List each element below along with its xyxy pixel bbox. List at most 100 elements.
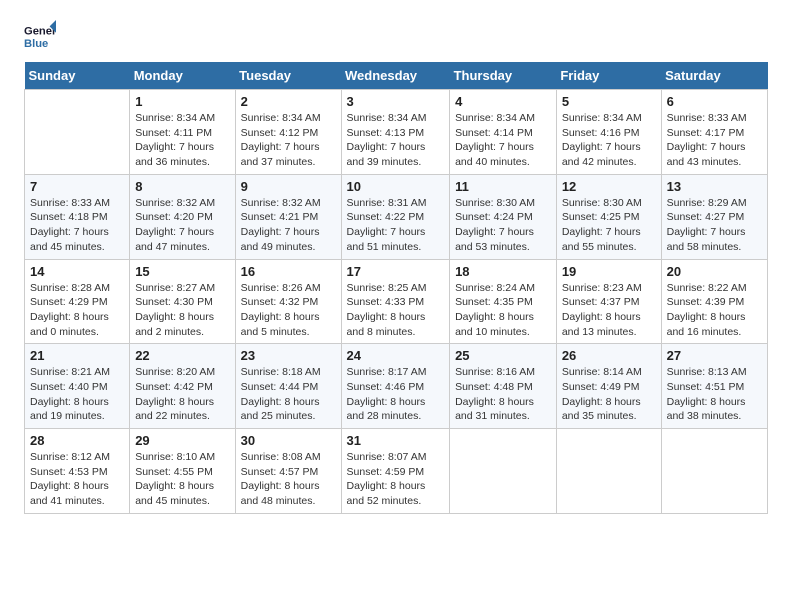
day-info: Sunrise: 8:17 AMSunset: 4:46 PMDaylight:…	[347, 365, 445, 424]
cell-w1-d2: 1 Sunrise: 8:34 AMSunset: 4:11 PMDaylight…	[130, 90, 235, 175]
day-number: 7	[30, 179, 124, 194]
cell-w3-d4: 17 Sunrise: 8:25 AMSunset: 4:33 PMDayligh…	[341, 259, 450, 344]
cell-w4-d7: 27Sunrise: 8:13 AMSunset: 4:51 PMDayligh…	[661, 344, 767, 429]
calendar-table: SundayMondayTuesdayWednesdayThursdayFrid…	[24, 62, 768, 514]
day-number: 26	[562, 348, 656, 363]
day-info: Sunrise: 8:33 AMSunset: 4:18 PMDaylight:…	[30, 196, 124, 255]
day-number: 4	[455, 94, 551, 109]
day-info: Sunrise: 8:12 AMSunset: 4:53 PMDaylight:…	[30, 450, 124, 509]
cell-w4-d3: 23 Sunrise: 8:18 AMSunset: 4:44 PMDayligh…	[235, 344, 341, 429]
svg-text:Blue: Blue	[24, 38, 48, 50]
header-row: SundayMondayTuesdayWednesdayThursdayFrid…	[25, 62, 768, 90]
cell-w3-d1: 14 Sunrise: 8:28 AMSunset: 4:29 PMDayligh…	[25, 259, 130, 344]
week-row-3: 14 Sunrise: 8:28 AMSunset: 4:29 PMDayligh…	[25, 259, 768, 344]
cell-w5-d7	[661, 429, 767, 514]
day-number: 15	[135, 264, 229, 279]
cell-w3-d7: 20 Sunrise: 8:22 AMSunset: 4:39 PMDayligh…	[661, 259, 767, 344]
cell-w2-d2: 8 Sunrise: 8:32 AMSunset: 4:20 PMDaylight…	[130, 174, 235, 259]
header-friday: Friday	[556, 62, 661, 90]
day-number: 29	[135, 433, 229, 448]
day-info: Sunrise: 8:33 AMSunset: 4:17 PMDaylight:…	[667, 111, 762, 170]
day-info: Sunrise: 8:26 AMSunset: 4:32 PMDaylight:…	[241, 281, 336, 340]
day-number: 23	[241, 348, 336, 363]
cell-w5-d2: 29 Sunrise: 8:10 AMSunset: 4:55 PMDayligh…	[130, 429, 235, 514]
day-number: 2	[241, 94, 336, 109]
day-number: 8	[135, 179, 229, 194]
day-info: Sunrise: 8:10 AMSunset: 4:55 PMDaylight:…	[135, 450, 229, 509]
day-number: 17	[347, 264, 445, 279]
day-info: Sunrise: 8:32 AMSunset: 4:21 PMDaylight:…	[241, 196, 336, 255]
cell-w4-d5: 25Sunrise: 8:16 AMSunset: 4:48 PMDayligh…	[450, 344, 557, 429]
day-number: 19	[562, 264, 656, 279]
week-row-1: 1 Sunrise: 8:34 AMSunset: 4:11 PMDaylight…	[25, 90, 768, 175]
cell-w5-d6	[556, 429, 661, 514]
header-monday: Monday	[130, 62, 235, 90]
day-number: 5	[562, 94, 656, 109]
cell-w4-d4: 24Sunrise: 8:17 AMSunset: 4:46 PMDayligh…	[341, 344, 450, 429]
logo-icon: General Blue	[24, 20, 56, 52]
day-info: Sunrise: 8:31 AMSunset: 4:22 PMDaylight:…	[347, 196, 445, 255]
day-number: 9	[241, 179, 336, 194]
day-number: 3	[347, 94, 445, 109]
cell-w3-d3: 16 Sunrise: 8:26 AMSunset: 4:32 PMDayligh…	[235, 259, 341, 344]
day-number: 13	[667, 179, 762, 194]
cell-w4-d1: 21 Sunrise: 8:21 AMSunset: 4:40 PMDayligh…	[25, 344, 130, 429]
day-number: 6	[667, 94, 762, 109]
day-info: Sunrise: 8:24 AMSunset: 4:35 PMDaylight:…	[455, 281, 551, 340]
cell-w3-d6: 19 Sunrise: 8:23 AMSunset: 4:37 PMDayligh…	[556, 259, 661, 344]
day-number: 18	[455, 264, 551, 279]
cell-w1-d1	[25, 90, 130, 175]
day-number: 28	[30, 433, 124, 448]
day-number: 16	[241, 264, 336, 279]
cell-w2-d5: 11 Sunrise: 8:30 AMSunset: 4:24 PMDayligh…	[450, 174, 557, 259]
cell-w1-d7: 6 Sunrise: 8:33 AMSunset: 4:17 PMDaylight…	[661, 90, 767, 175]
cell-w2-d6: 12 Sunrise: 8:30 AMSunset: 4:25 PMDayligh…	[556, 174, 661, 259]
day-number: 1	[135, 94, 229, 109]
day-number: 31	[347, 433, 445, 448]
day-info: Sunrise: 8:27 AMSunset: 4:30 PMDaylight:…	[135, 281, 229, 340]
day-number: 14	[30, 264, 124, 279]
week-row-5: 28 Sunrise: 8:12 AMSunset: 4:53 PMDayligh…	[25, 429, 768, 514]
day-info: Sunrise: 8:18 AMSunset: 4:44 PMDaylight:…	[241, 365, 336, 424]
day-info: Sunrise: 8:07 AMSunset: 4:59 PMDaylight:…	[347, 450, 445, 509]
day-number: 22	[135, 348, 229, 363]
cell-w1-d5: 4 Sunrise: 8:34 AMSunset: 4:14 PMDaylight…	[450, 90, 557, 175]
day-info: Sunrise: 8:21 AMSunset: 4:40 PMDaylight:…	[30, 365, 124, 424]
day-info: Sunrise: 8:14 AMSunset: 4:49 PMDaylight:…	[562, 365, 656, 424]
day-info: Sunrise: 8:22 AMSunset: 4:39 PMDaylight:…	[667, 281, 762, 340]
day-number: 20	[667, 264, 762, 279]
day-info: Sunrise: 8:23 AMSunset: 4:37 PMDaylight:…	[562, 281, 656, 340]
cell-w5-d5	[450, 429, 557, 514]
cell-w5-d4: 31 Sunrise: 8:07 AMSunset: 4:59 PMDayligh…	[341, 429, 450, 514]
cell-w4-d2: 22 Sunrise: 8:20 AMSunset: 4:42 PMDayligh…	[130, 344, 235, 429]
day-info: Sunrise: 8:34 AMSunset: 4:11 PMDaylight:…	[135, 111, 229, 170]
day-number: 11	[455, 179, 551, 194]
day-info: Sunrise: 8:34 AMSunset: 4:16 PMDaylight:…	[562, 111, 656, 170]
day-number: 21	[30, 348, 124, 363]
day-info: Sunrise: 8:28 AMSunset: 4:29 PMDaylight:…	[30, 281, 124, 340]
day-info: Sunrise: 8:08 AMSunset: 4:57 PMDaylight:…	[241, 450, 336, 509]
day-info: Sunrise: 8:30 AMSunset: 4:25 PMDaylight:…	[562, 196, 656, 255]
header-wednesday: Wednesday	[341, 62, 450, 90]
cell-w2-d7: 13 Sunrise: 8:29 AMSunset: 4:27 PMDayligh…	[661, 174, 767, 259]
day-number: 10	[347, 179, 445, 194]
day-info: Sunrise: 8:34 AMSunset: 4:14 PMDaylight:…	[455, 111, 551, 170]
cell-w3-d5: 18 Sunrise: 8:24 AMSunset: 4:35 PMDayligh…	[450, 259, 557, 344]
day-info: Sunrise: 8:20 AMSunset: 4:42 PMDaylight:…	[135, 365, 229, 424]
day-info: Sunrise: 8:32 AMSunset: 4:20 PMDaylight:…	[135, 196, 229, 255]
cell-w1-d6: 5 Sunrise: 8:34 AMSunset: 4:16 PMDaylight…	[556, 90, 661, 175]
day-info: Sunrise: 8:25 AMSunset: 4:33 PMDaylight:…	[347, 281, 445, 340]
day-info: Sunrise: 8:30 AMSunset: 4:24 PMDaylight:…	[455, 196, 551, 255]
day-info: Sunrise: 8:29 AMSunset: 4:27 PMDaylight:…	[667, 196, 762, 255]
header-saturday: Saturday	[661, 62, 767, 90]
day-number: 12	[562, 179, 656, 194]
week-row-4: 21 Sunrise: 8:21 AMSunset: 4:40 PMDayligh…	[25, 344, 768, 429]
header-thursday: Thursday	[450, 62, 557, 90]
cell-w2-d3: 9 Sunrise: 8:32 AMSunset: 4:21 PMDaylight…	[235, 174, 341, 259]
day-info: Sunrise: 8:13 AMSunset: 4:51 PMDaylight:…	[667, 365, 762, 424]
header-tuesday: Tuesday	[235, 62, 341, 90]
cell-w2-d4: 10 Sunrise: 8:31 AMSunset: 4:22 PMDayligh…	[341, 174, 450, 259]
day-info: Sunrise: 8:16 AMSunset: 4:48 PMDaylight:…	[455, 365, 551, 424]
day-info: Sunrise: 8:34 AMSunset: 4:12 PMDaylight:…	[241, 111, 336, 170]
cell-w4-d6: 26 Sunrise: 8:14 AMSunset: 4:49 PMDayligh…	[556, 344, 661, 429]
